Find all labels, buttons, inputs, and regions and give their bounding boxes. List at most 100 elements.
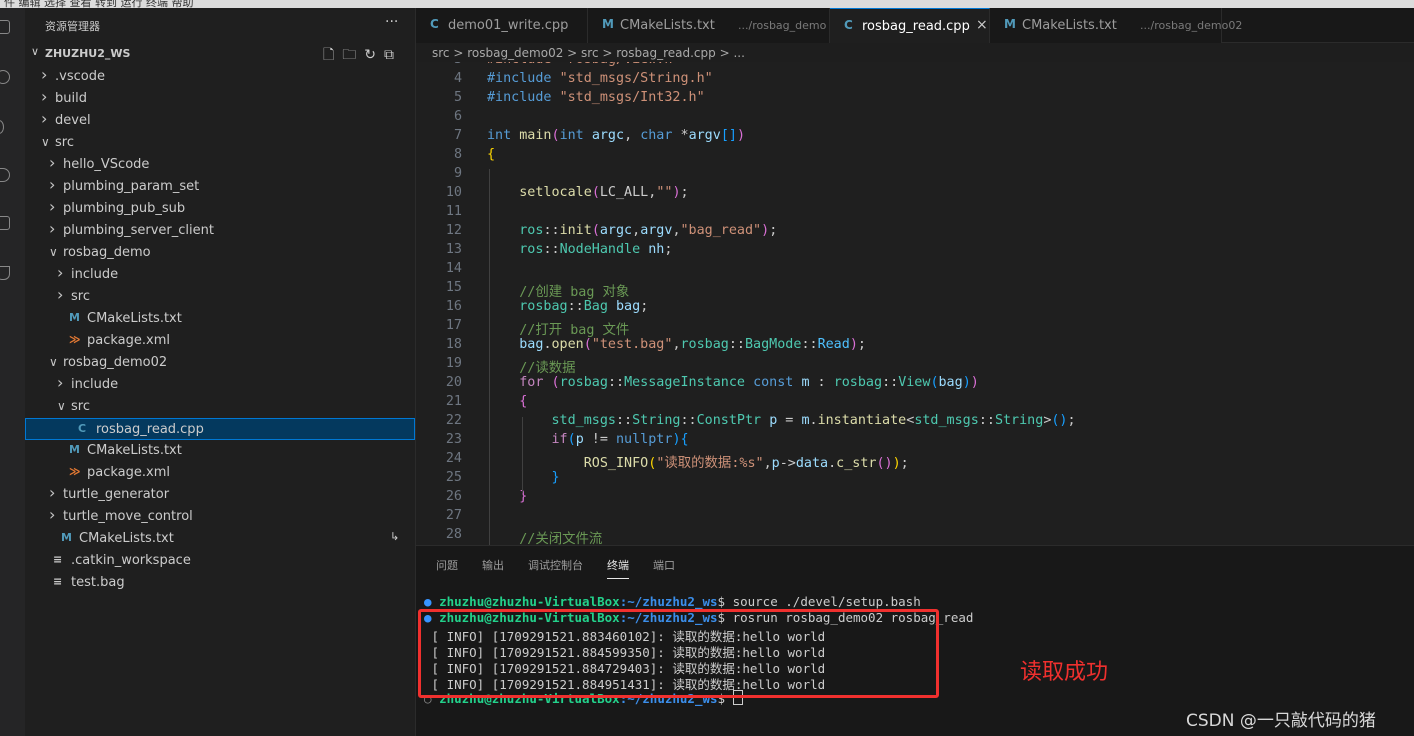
tree-item[interactable]: M CMakeLists.txt (25, 308, 415, 330)
line-number: 13 (445, 242, 462, 257)
editor-tab[interactable]: M CMakeLists.txt .../rosbag_demo (588, 8, 830, 43)
terminal-path: :~/zhuzhu2_ws (619, 594, 718, 609)
code-token: ( (591, 223, 600, 238)
code-token: ( (930, 375, 939, 390)
menu-bar[interactable]: 件 编辑 选择 查看 转到 运行 终端 帮助 (0, 0, 1414, 8)
code-text: #include "rosbag/view.h" (487, 62, 680, 67)
xml-file-icon: ≫ (69, 465, 81, 478)
refresh-icon[interactable]: ↻ (364, 47, 384, 63)
editor-tab[interactable]: M CMakeLists.txt .../rosbag_demo02 (990, 8, 1242, 43)
chevron-right-icon: › (49, 505, 56, 524)
code-token: bag (616, 299, 641, 314)
explorer-sidebar: 资源管理器 ··· ∨ ZHUZHU2_WS 🗋🗀↻⧉ › .vscode › bui… (25, 8, 416, 736)
tree-item[interactable]: ≡ .catkin_workspace (25, 550, 415, 572)
tree-item[interactable]: › turtle_move_control (25, 505, 415, 528)
panel-tab[interactable]: 终端 (607, 557, 629, 579)
code-token: "std_msgs/Int32.h" (559, 90, 705, 105)
code-text: } (487, 470, 560, 485)
workspace-header[interactable]: ∨ ZHUZHU2_WS 🗋🗀↻⧉ (25, 44, 415, 64)
code-line: 19 //读数据 (416, 356, 1414, 376)
code-token: } (519, 489, 528, 504)
panel-tab[interactable]: 问题 (436, 557, 458, 573)
new-folder-icon[interactable]: 🗀 (342, 47, 364, 63)
code-token: Bag (583, 299, 608, 314)
run-debug-icon[interactable] (0, 168, 10, 182)
more-actions-icon[interactable]: ··· (385, 14, 398, 30)
tree-item[interactable]: ≫ package.xml (25, 330, 415, 352)
new-file-icon[interactable]: 🗋 (323, 47, 342, 63)
code-line: 8{ (416, 147, 1414, 166)
tree-item[interactable]: › hello_VScode (25, 153, 415, 176)
tree-item[interactable]: › devel (25, 109, 415, 132)
close-icon[interactable]: × (976, 17, 988, 33)
extensions-icon[interactable] (0, 216, 10, 230)
code-token: main (519, 128, 552, 143)
tree-item[interactable]: ∨ src (25, 132, 415, 154)
line-number: 26 (445, 489, 462, 504)
editor-tab[interactable]: Cdemo01_write.cpp (416, 8, 588, 43)
tree-item[interactable]: › build (25, 87, 415, 110)
tree-item-label: turtle_move_control (63, 509, 193, 524)
code-text: if(p != nullptr){ (551, 432, 689, 447)
line-number: 12 (445, 223, 462, 238)
tree-item[interactable]: Crosbag_read.cpp (25, 418, 415, 440)
tree-item[interactable]: › include (25, 373, 415, 396)
tab-path: .../rosbag_demo (738, 19, 827, 32)
success-annotation: 读取成功 (1020, 660, 1109, 685)
code-token: ) (672, 432, 681, 447)
tree-item-label: rosbag_read.cpp (96, 422, 204, 437)
tree-item[interactable]: ≫ package.xml (25, 462, 415, 484)
line-number: 9 (453, 166, 462, 181)
panel-tab[interactable]: 输出 (482, 557, 504, 573)
tree-item[interactable]: M CMakeLists.txt ↳ (25, 528, 415, 550)
code-token: NodeHandle (559, 242, 641, 257)
cpp-file-icon: C (78, 422, 87, 435)
files-icon[interactable] (0, 20, 10, 34)
chevron-right-icon: › (57, 285, 64, 304)
cmake-file-icon: M (69, 311, 80, 324)
line-number: 18 (445, 337, 462, 352)
code-token: m (801, 413, 810, 428)
collapse-all-icon[interactable]: ⧉ (384, 47, 402, 63)
chevron-right-icon: › (57, 373, 64, 392)
tree-item[interactable]: › plumbing_param_set (25, 175, 415, 198)
source-control-icon[interactable] (0, 120, 4, 134)
code-line: 18 bag.open("test.bag",rosbag::BagMode::… (416, 337, 1414, 356)
tree-item[interactable]: ∨ rosbag_demo (25, 242, 415, 264)
code-token: int (559, 128, 584, 143)
tree-item[interactable]: › turtle_generator (25, 483, 415, 506)
tree-item[interactable]: › plumbing_pub_sub (25, 197, 415, 220)
line-number: 6 (453, 109, 462, 124)
tree-item[interactable]: › include (25, 263, 415, 286)
tab-label: rosbag_read.cpp (862, 19, 970, 34)
tree-item[interactable]: ∨ rosbag_demo02 (25, 352, 415, 374)
chevron-right-icon: › (49, 197, 56, 216)
tree-item[interactable]: M CMakeLists.txt (25, 440, 415, 462)
panel-tab[interactable]: 端口 (653, 557, 675, 573)
code-token: std_msgs (551, 413, 617, 428)
tree-item[interactable]: ∨ src (25, 396, 415, 418)
breadcrumb[interactable]: src > rosbag_demo02 > src > rosbag_read.… (432, 46, 745, 60)
watermark: CSDN @一只敲代码的猪 (1186, 711, 1376, 731)
tree-item[interactable]: › .vscode (25, 65, 415, 88)
tree-item[interactable]: › src (25, 285, 415, 308)
workspace-name: ZHUZHU2_WS (45, 47, 131, 60)
code-token: "读取的数据:%s" (656, 456, 764, 471)
line-number: 14 (445, 261, 462, 276)
search-icon[interactable] (0, 70, 10, 84)
tree-item-label: build (55, 91, 87, 106)
editor-tab[interactable]: Crosbag_read.cpp × (830, 8, 990, 43)
tree-item-label: include (71, 267, 119, 282)
code-text: #include "std_msgs/Int32.h" (487, 90, 705, 105)
tree-item[interactable]: › plumbing_server_client (25, 219, 415, 242)
tree-item[interactable]: ≡ test.bag (25, 572, 415, 594)
line-number: 19 (445, 356, 462, 371)
code-token: ) (761, 223, 770, 238)
panel-tab[interactable]: 调试控制台 (528, 557, 583, 573)
testing-icon[interactable] (0, 266, 10, 280)
code-text: bag.open("test.bag",rosbag::BagMode::Rea… (519, 337, 866, 352)
tree-item-label: hello_VScode (63, 157, 150, 172)
code-line: 4 #include "std_msgs/String.h" (416, 71, 1414, 90)
code-line: 5 #include "std_msgs/Int32.h" (416, 90, 1414, 109)
code-editor[interactable]: 3 #include "rosbag/view.h" 4 #include "std_… (416, 62, 1414, 545)
